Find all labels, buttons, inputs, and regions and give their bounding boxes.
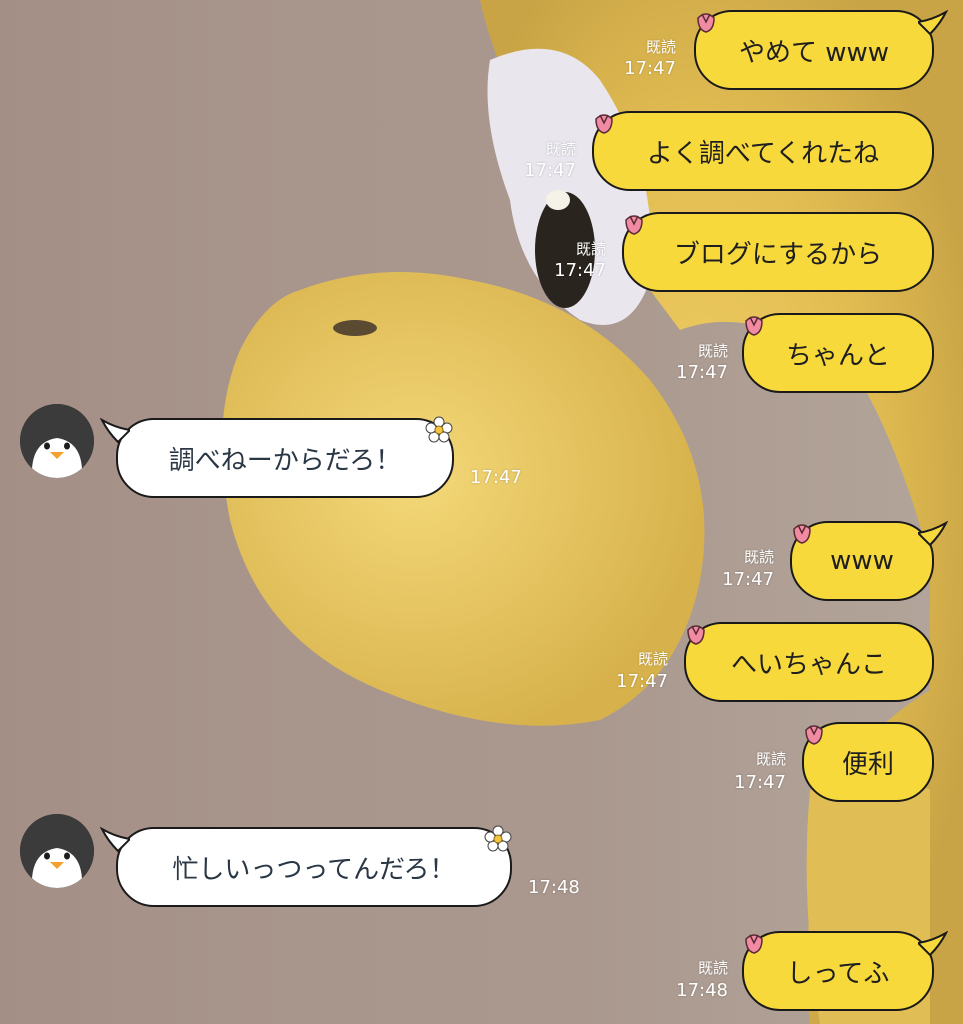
read-receipt: 既読 [697, 959, 728, 977]
bubble-tail [918, 931, 948, 957]
message-bubble[interactable]: 忙しいっつってんだろ！ [116, 827, 512, 907]
bubble-tail [918, 10, 948, 36]
read-receipt: 既読 [697, 342, 728, 360]
tulip-icon [805, 725, 823, 745]
message-time: 17:48 [676, 980, 728, 1001]
penguin-icon [20, 814, 94, 888]
message-text: へいちゃんこ [730, 649, 887, 680]
message-time: 17:47 [676, 362, 728, 383]
message-bubble[interactable]: よく調べてくれたね [592, 111, 934, 191]
daisy-icon [484, 825, 512, 852]
tulip-icon [745, 316, 763, 336]
penguin-icon [20, 404, 94, 478]
message-text: www [830, 546, 894, 576]
tulip-icon [697, 13, 715, 33]
read-receipt: 既読 [755, 750, 786, 768]
message-time: 17:47 [616, 671, 668, 692]
message-time: 17:48 [528, 877, 580, 898]
message-time: 17:47 [624, 58, 676, 79]
penguin-avatar[interactable] [20, 814, 94, 888]
message-time: 17:47 [470, 467, 522, 488]
message-text: 忙しいっつってんだろ！ [172, 854, 456, 885]
read-receipt: 既読 [645, 38, 676, 56]
message-text: 便利 [841, 749, 894, 780]
read-receipt: 既読 [743, 548, 774, 566]
message-bubble[interactable]: しってふ [742, 931, 934, 1011]
message-bubble[interactable]: 調べねーからだろ！ [116, 418, 454, 498]
penguin-avatar[interactable] [20, 404, 94, 478]
chat-area[interactable]: 既読 17:47 やめて www 既読 17:47 よく調べてくれたね 既読 1… [0, 0, 963, 1024]
bubble-tail [918, 521, 948, 547]
message-bubble[interactable]: へいちゃんこ [684, 622, 934, 702]
message-time: 17:47 [554, 260, 606, 281]
message-text: よく調べてくれたね [646, 138, 880, 169]
message-time: 17:47 [722, 569, 774, 590]
tulip-icon [793, 524, 811, 544]
read-receipt: 既読 [575, 240, 606, 258]
message-text: しってふ [786, 958, 890, 989]
read-receipt: 既読 [545, 140, 576, 158]
bubble-tail [100, 418, 130, 444]
message-time: 17:47 [734, 772, 786, 793]
message-text: ちゃんと [785, 340, 890, 371]
message-bubble[interactable]: ちゃんと [742, 313, 934, 393]
tulip-icon [595, 114, 613, 134]
read-receipt: 既読 [637, 650, 668, 668]
tulip-icon [687, 625, 705, 645]
message-text: やめて www [738, 37, 890, 68]
daisy-icon [425, 416, 453, 443]
message-bubble[interactable]: やめて www [694, 10, 934, 90]
message-time: 17:47 [524, 160, 576, 181]
bubble-tail [100, 827, 130, 853]
message-bubble[interactable]: ブログにするから [622, 212, 934, 292]
message-text: 調べねーからだろ！ [168, 445, 402, 476]
tulip-icon [745, 934, 763, 954]
tulip-icon [625, 215, 643, 235]
message-text: ブログにするから [673, 239, 883, 270]
